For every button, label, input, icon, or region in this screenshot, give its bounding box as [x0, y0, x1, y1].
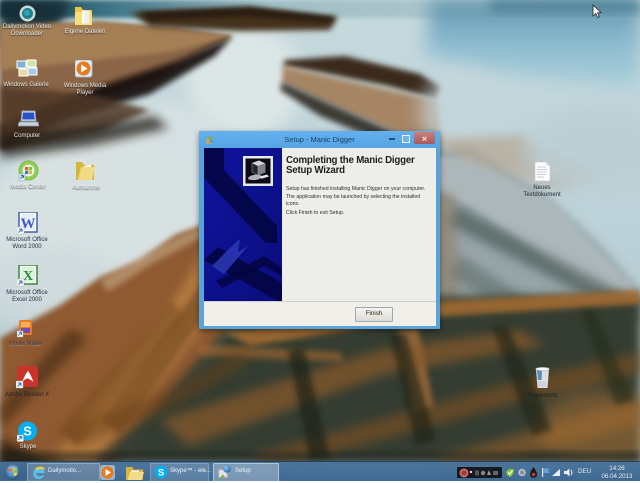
svg-text:S: S	[158, 468, 164, 479]
svg-text:X: X	[23, 269, 33, 284]
svg-text:S: S	[23, 424, 32, 439]
